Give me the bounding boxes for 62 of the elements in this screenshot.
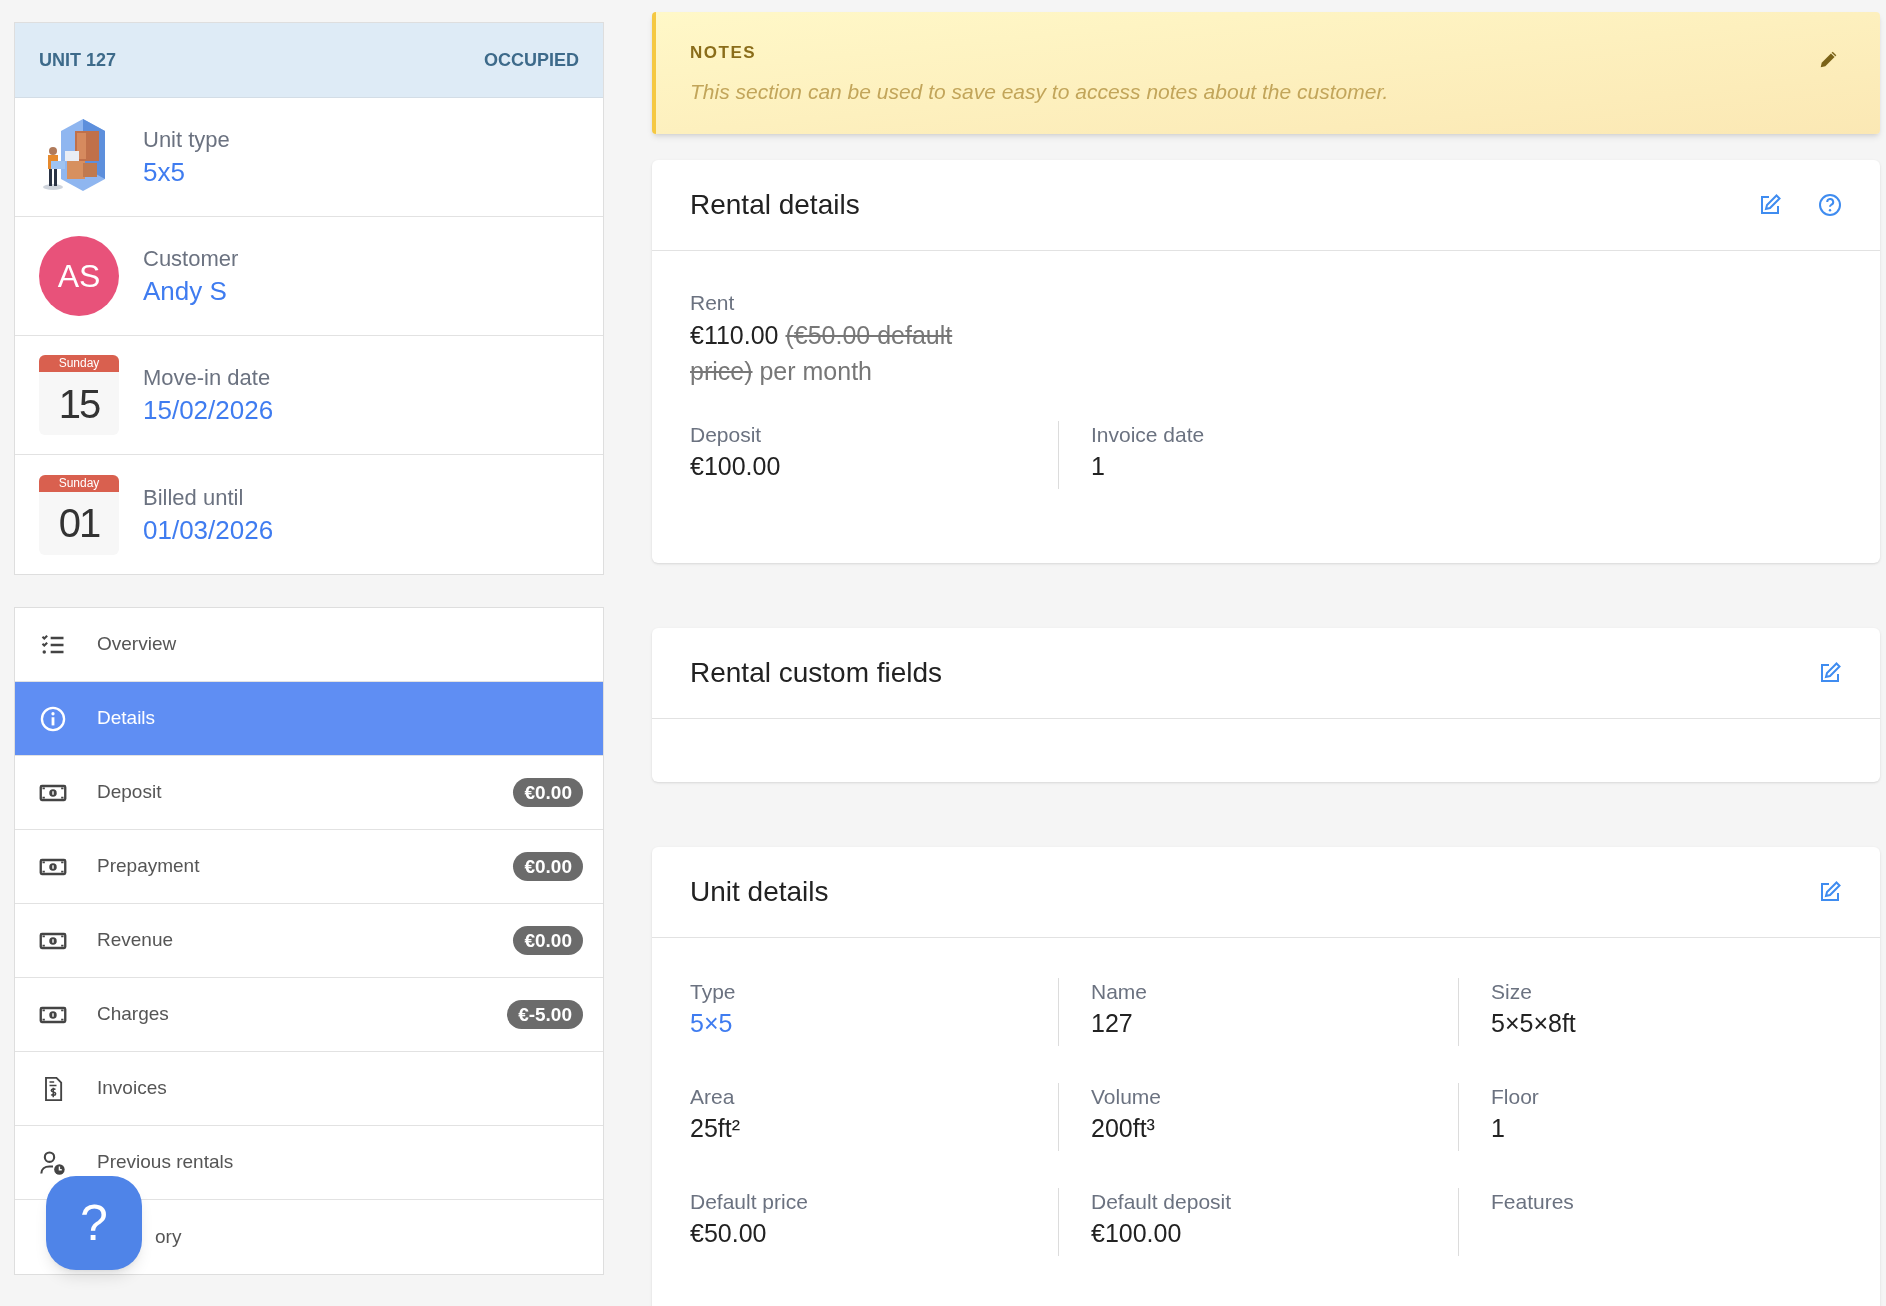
card-title: Unit details xyxy=(690,875,830,909)
menu-item[interactable]: Revenue €0.00 xyxy=(15,904,603,978)
card-title: Rental custom fields xyxy=(690,656,944,690)
notes-text: This section can be used to save easy to access notes about the customer. xyxy=(690,78,1390,105)
edit-icon xyxy=(1758,193,1782,217)
calendar-icon: Sunday 15 xyxy=(39,355,119,435)
edit-icon xyxy=(1818,661,1842,685)
field-label: Type xyxy=(690,979,737,1005)
field-label: Area xyxy=(690,1084,736,1110)
menu-item[interactable]: Deposit €0.00 xyxy=(15,756,603,830)
field-value: 25ft² xyxy=(690,1113,741,1144)
amount-badge: €-5.00 xyxy=(507,1000,583,1029)
card-title: Rental details xyxy=(690,188,861,222)
help-icon xyxy=(1818,193,1842,217)
value-link[interactable]: 5x5 xyxy=(143,155,230,189)
field-label: Invoice date xyxy=(1091,422,1206,448)
field-value: 1 xyxy=(1491,1113,1505,1144)
field-label: Default deposit xyxy=(1091,1189,1233,1215)
edit-button[interactable] xyxy=(1758,193,1782,217)
menu-item[interactable]: Prepayment €0.00 xyxy=(15,830,603,904)
field-label: Default price xyxy=(690,1189,809,1215)
value-link[interactable]: Andy S xyxy=(143,274,239,308)
field-label: Size xyxy=(1491,979,1533,1005)
field-value: €100.00 xyxy=(1091,1218,1182,1249)
field-label: Rent xyxy=(690,290,736,316)
help-button[interactable]: ? xyxy=(46,1176,142,1270)
amount-badge: €0.00 xyxy=(513,778,583,807)
edit-button[interactable] xyxy=(1818,880,1842,904)
field-value: 1 xyxy=(1091,451,1105,482)
menu-item[interactable]: Invoices xyxy=(15,1052,603,1126)
field-value: 200ft³ xyxy=(1091,1113,1155,1144)
value-link[interactable]: 01/03/2026 xyxy=(143,512,274,547)
notes-title: NOTES xyxy=(690,42,757,64)
menu-item[interactable]: Charges €-5.00 xyxy=(15,978,603,1052)
avatar: AS xyxy=(39,236,119,316)
unit-title: UNIT 127 xyxy=(39,48,117,72)
edit-icon xyxy=(1818,880,1842,904)
value-link[interactable]: 5×5 xyxy=(690,1006,733,1040)
value-link[interactable]: 15/02/2026 xyxy=(143,393,274,427)
field-label: Volume xyxy=(1091,1084,1163,1110)
field-label: Billed until xyxy=(143,483,245,512)
field-value: €50.00 xyxy=(690,1218,767,1249)
field-value: 127 xyxy=(1091,1008,1133,1039)
field-label: Move-in date xyxy=(143,364,272,392)
amount-badge: €0.00 xyxy=(513,926,583,955)
field-label: Deposit xyxy=(690,422,763,448)
edit-button[interactable] xyxy=(1818,661,1842,685)
field-label: Unit type xyxy=(143,126,230,154)
calendar-icon: Sunday 01 xyxy=(39,474,119,555)
amount-badge: €0.00 xyxy=(513,852,583,881)
info-icon xyxy=(39,704,67,733)
rent-value: €110.00 (€50.00 default price) per month xyxy=(690,320,954,387)
menu-item[interactable]: ory xyxy=(155,1222,182,1252)
field-value: €100.00 xyxy=(690,451,781,482)
field-label: Name xyxy=(1091,979,1149,1005)
field-value: 5×5×8ft xyxy=(1491,1008,1576,1039)
help-button[interactable] xyxy=(1818,193,1842,217)
field-label: Features xyxy=(1491,1189,1575,1215)
status-label: OCCUPIED xyxy=(484,48,579,72)
field-label: Floor xyxy=(1491,1084,1540,1110)
field-label: Customer xyxy=(143,245,239,273)
user-clock-icon xyxy=(39,1148,67,1177)
